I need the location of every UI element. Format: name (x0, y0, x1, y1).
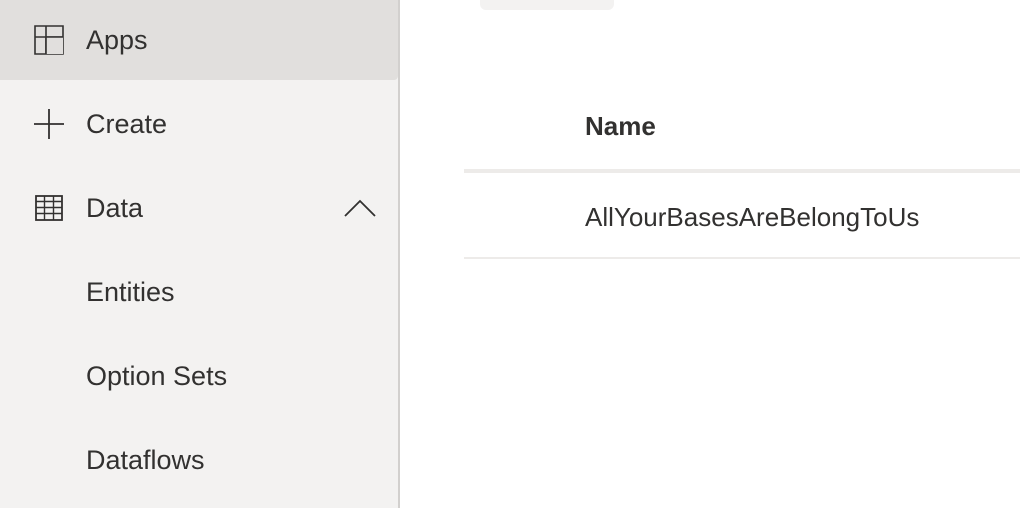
column-header-name[interactable]: Name (585, 108, 656, 144)
table-row[interactable]: AllYourBasesAreBelongToUs (464, 173, 1020, 259)
left-navigation: Apps Create Data Entities Option Sets Da… (0, 0, 400, 508)
row-name-cell[interactable]: AllYourBasesAreBelongToUs (585, 199, 919, 235)
table-icon (32, 191, 66, 225)
nav-item-entities[interactable]: Entities (0, 252, 398, 332)
nav-item-apps[interactable]: Apps (0, 0, 398, 80)
nav-item-dataflows[interactable]: Dataflows (0, 420, 398, 500)
chevron-up-icon[interactable] (344, 192, 376, 224)
filter-pill[interactable] (480, 0, 614, 10)
nav-item-option-sets[interactable]: Option Sets (0, 336, 398, 416)
nav-label-create: Create (86, 109, 168, 139)
nav-item-create[interactable]: Create (0, 84, 398, 164)
nav-label-option-sets: Option Sets (86, 361, 228, 391)
plus-icon (32, 107, 66, 141)
apps-icon (32, 23, 66, 57)
app-page: Apps Create Data Entities Option Sets Da… (0, 0, 1020, 508)
nav-label-entities: Entities (86, 277, 175, 307)
nav-item-data[interactable]: Data (0, 168, 398, 248)
nav-label-apps: Apps (86, 25, 148, 55)
nav-label-data: Data (86, 193, 144, 223)
nav-label-dataflows: Dataflows (86, 445, 205, 475)
